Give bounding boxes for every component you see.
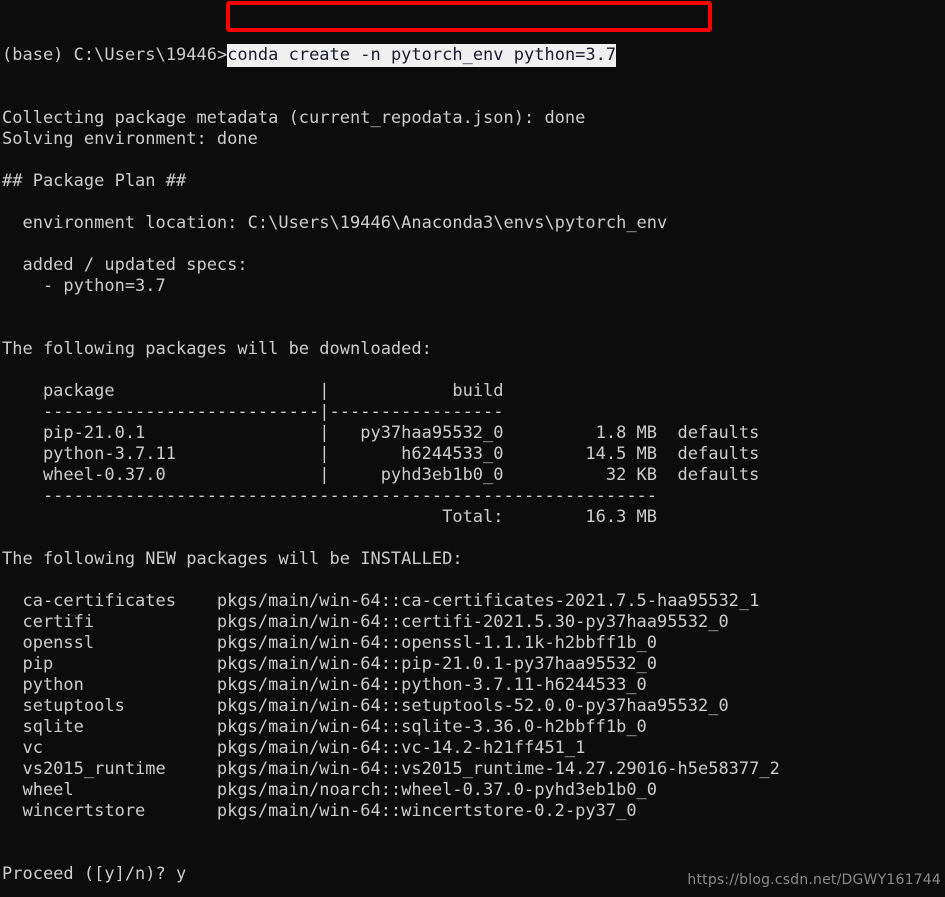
output-line: python-3.7.11 | h6244533_0 14.5 MB defau… <box>2 444 760 464</box>
output-line: The following NEW packages will be INSTA… <box>2 549 463 569</box>
output-line: Collecting package metadata (current_rep… <box>2 108 586 128</box>
output-line: ca-certificates pkgs/main/win-64::ca-cer… <box>2 591 760 611</box>
output-line: - python=3.7 <box>2 276 166 296</box>
output-line: sqlite pkgs/main/win-64::sqlite-3.36.0-h… <box>2 717 647 737</box>
output-line: ---------------------------|------------… <box>2 402 504 422</box>
output-line: added / updated specs: <box>2 255 248 275</box>
output-line: ## Package Plan ## <box>2 171 187 191</box>
output-line: package | build <box>2 381 504 401</box>
output-line: environment location: C:\Users\19446\Ana… <box>2 213 668 233</box>
output-line: Total: 16.3 MB <box>2 507 658 527</box>
output-line: python pkgs/main/win-64::python-3.7.11-h… <box>2 675 647 695</box>
output-line: The following packages will be downloade… <box>2 339 432 359</box>
output-line: openssl pkgs/main/win-64::openssl-1.1.1k… <box>2 633 658 653</box>
output-lines: Collecting package metadata (current_rep… <box>2 108 943 897</box>
terminal-window: (base) C:\Users\19446>conda create -n py… <box>0 0 945 897</box>
output-line: wheel pkgs/main/noarch::wheel-0.37.0-pyh… <box>2 780 658 800</box>
watermark-url: https://blog.csdn.net/DGWY161744 <box>687 872 941 888</box>
command-input[interactable]: conda create -n pytorch_env python=3.7 <box>227 44 617 67</box>
output-line: certifi pkgs/main/win-64::certifi-2021.5… <box>2 612 729 632</box>
output-line: pip pkgs/main/win-64::pip-21.0.1-py37haa… <box>2 654 658 674</box>
terminal-output[interactable]: (base) C:\Users\19446>conda create -n py… <box>2 3 943 897</box>
output-line: vs2015_runtime pkgs/main/win-64::vs2015_… <box>2 759 780 779</box>
prompt-path: (base) C:\Users\19446 <box>2 45 217 65</box>
output-line: setuptools pkgs/main/win-64::setuptools-… <box>2 696 729 716</box>
output-line: pip-21.0.1 | py37haa95532_0 1.8 MB defau… <box>2 423 760 443</box>
output-line: wincertstore pkgs/main/win-64::wincertst… <box>2 801 637 821</box>
prompt-caret-icon: > <box>216 45 228 65</box>
output-line: Solving environment: done <box>2 129 258 149</box>
output-line: vc pkgs/main/win-64::vc-14.2-h21ff451_1 <box>2 738 586 758</box>
output-line: wheel-0.37.0 | pyhd3eb1b0_0 32 KB defaul… <box>2 465 760 485</box>
prompt-line: (base) C:\Users\19446>conda create -n py… <box>2 44 943 67</box>
output-line: ----------------------------------------… <box>2 486 658 506</box>
